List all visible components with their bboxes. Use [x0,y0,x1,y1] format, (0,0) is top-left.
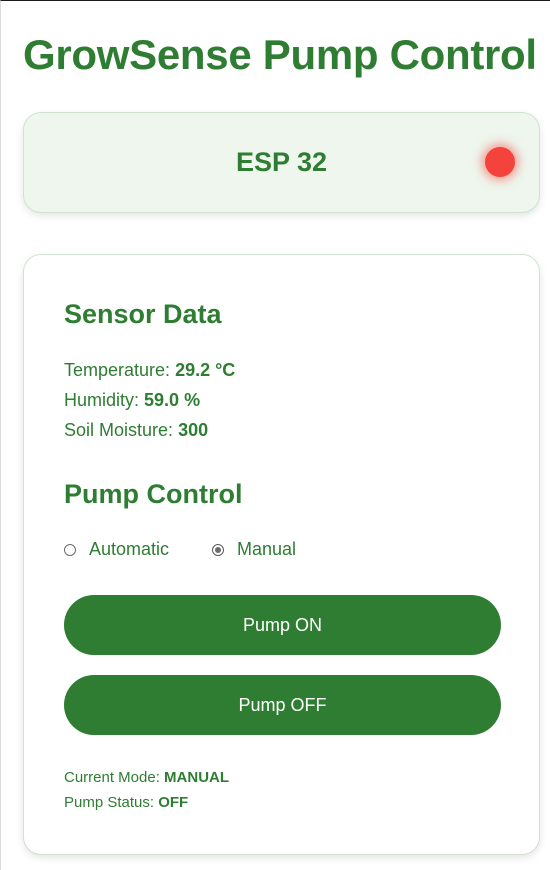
automatic-radio-button[interactable] [64,543,76,556]
device-card: ESP 32 [23,112,540,213]
automatic-mode-option[interactable]: Automatic [64,539,169,560]
soil-moisture-value: 300 [178,420,209,440]
soil-moisture-label: Soil Moisture: [64,420,174,440]
temperature-label: Temperature: [64,360,171,380]
humidity-value: 59.0 % [144,390,201,410]
humidity-label: Humidity: [64,390,140,410]
current-mode-status: Current Mode: MANUAL [64,769,229,786]
sensor-data-heading: Sensor Data [64,299,222,329]
pump-control-heading: Pump Control [64,479,243,509]
soil-moisture-reading: Soil Moisture: 300 [64,420,208,441]
temperature-value: 29.2 °C [175,360,236,380]
pump-status-label: Pump Status: [64,794,155,811]
manual-mode-label: Manual [237,539,297,559]
pump-status-value: OFF [158,794,189,811]
pump-on-button[interactable]: Pump ON [64,595,501,655]
pump-off-button[interactable]: Pump OFF [64,675,501,735]
page-title: GrowSense Pump Control [23,31,537,78]
control-card: Sensor Data Temperature: 29.2 °C Humidit… [23,254,540,855]
device-name: ESP 32 [235,147,328,177]
temperature-reading: Temperature: 29.2 °C [64,360,235,381]
manual-radio-button[interactable] [212,543,224,556]
humidity-reading: Humidity: 59.0 % [64,390,200,411]
automatic-mode-label: Automatic [89,539,170,559]
pump-status: Pump Status: OFF [64,794,188,811]
current-mode-label: Current Mode: [64,769,160,786]
manual-mode-option[interactable]: Manual [212,539,296,560]
current-mode-value: MANUAL [164,769,230,786]
connection-status-indicator [485,147,515,177]
